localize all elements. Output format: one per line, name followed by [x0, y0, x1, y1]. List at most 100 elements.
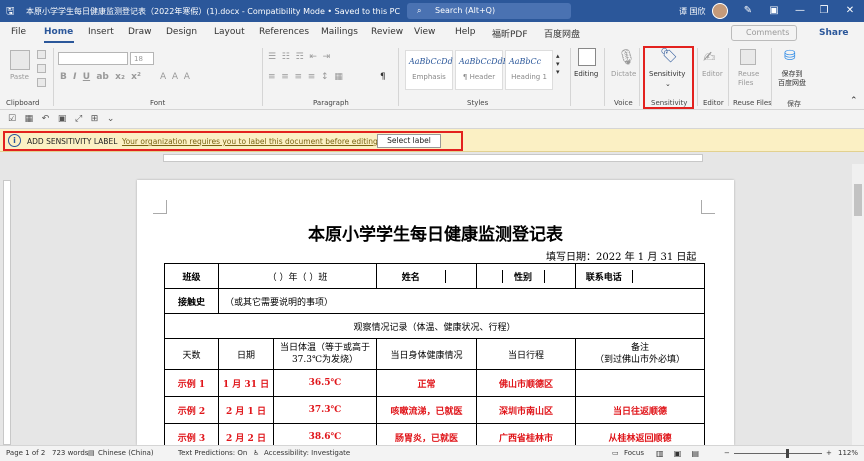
table-cell[interactable]: 咳嗽流涕，已就医: [376, 396, 478, 424]
text-predictions[interactable]: Text Predictions: On: [178, 449, 247, 457]
style-header[interactable]: AaBbCcDdE ¶ Header: [455, 50, 509, 90]
phone-label: 联系电话: [576, 269, 633, 283]
styles-gallery-scroll[interactable]: ▴ ▾ ▾: [556, 52, 560, 76]
editor-icon[interactable]: ✍: [703, 48, 716, 66]
table-cell[interactable]: [575, 369, 706, 397]
search-box[interactable]: ⌕ Search (Alt+Q): [407, 3, 571, 19]
header-date: 日期: [218, 338, 274, 370]
quick-access-toolbar: ☑ ▦ ↶ ▣ ⤢ ⊞ ⌄: [0, 110, 864, 129]
style-heading-1[interactable]: AaBbCc Heading 1: [505, 50, 553, 90]
gender-value[interactable]: [544, 270, 575, 283]
tab-design[interactable]: Design: [166, 27, 197, 37]
ribbon-display-icon[interactable]: ▣: [762, 0, 786, 22]
focus-icon[interactable]: ▭: [612, 449, 619, 457]
table-cell[interactable]: 佛山市顺德区: [476, 369, 577, 397]
quick-access-buttons[interactable]: ☑ ▦ ↶ ▣ ⤢ ⊞ ⌄: [8, 114, 114, 124]
page-count[interactable]: Page 1 of 2: [6, 449, 45, 457]
table-cell[interactable]: 当日往返顺德: [575, 396, 706, 424]
table-cell[interactable]: 示例 1: [164, 369, 219, 397]
contact-value[interactable]: （或其它需要说明的事项）: [217, 288, 706, 314]
align-buttons[interactable]: ≡ ≡ ≡ ≡ ↕ ▦: [268, 72, 343, 82]
reuse-files-label[interactable]: Reuse Files: [738, 70, 764, 88]
close-icon[interactable]: ✕: [838, 0, 862, 22]
minimize-icon[interactable]: —: [788, 0, 812, 22]
name-value[interactable]: [445, 270, 476, 283]
reuse-files-icon[interactable]: [740, 49, 756, 65]
tab-help[interactable]: Help: [455, 27, 476, 37]
show-marks-icon[interactable]: ¶: [380, 72, 386, 82]
font-size-value: 18: [134, 55, 143, 63]
horizontal-ruler[interactable]: [163, 154, 703, 162]
phone-label-cell: 联系电话: [575, 263, 706, 289]
zoom-plus-icon[interactable]: +: [826, 449, 832, 457]
table-cell[interactable]: 37.3℃: [272, 396, 378, 424]
editing-label[interactable]: Editing: [574, 70, 598, 78]
vertical-ruler[interactable]: [3, 180, 11, 445]
proofing-icon[interactable]: ▤: [88, 449, 95, 457]
dictate-label[interactable]: Dictate: [611, 70, 636, 78]
baidu-save-label[interactable]: 保存到 百度网盘: [778, 70, 806, 88]
tab-layout[interactable]: Layout: [214, 27, 245, 37]
table-cell[interactable]: 示例 2: [164, 396, 219, 424]
tab-references[interactable]: References: [259, 27, 309, 37]
zoom-slider[interactable]: [734, 453, 822, 454]
group-label-reuse-files: Reuse Files: [733, 99, 772, 107]
table-cell[interactable]: 深圳市南山区: [476, 396, 577, 424]
accessibility-icon[interactable]: ♿: [253, 449, 259, 457]
baidu-netdisk-icon[interactable]: ⛁: [784, 48, 796, 64]
comments-button[interactable]: Comments: [731, 25, 797, 41]
cut-icon[interactable]: [37, 50, 46, 59]
paste-label[interactable]: Paste: [10, 73, 29, 81]
user-name[interactable]: 谭 国欣: [679, 6, 706, 17]
font-format-buttons[interactable]: B I U ab x₂ x²: [60, 72, 141, 82]
table-cell[interactable]: 正常: [376, 369, 478, 397]
table-cell[interactable]: 36.5℃: [272, 369, 378, 397]
editor-label[interactable]: Editor: [702, 70, 723, 78]
zoom-thumb[interactable]: [786, 449, 789, 458]
gender-value-left[interactable]: [477, 269, 503, 283]
format-painter-icon[interactable]: [37, 78, 46, 87]
tab-baidu-netdisk[interactable]: 百度网盘: [544, 27, 580, 40]
font-name-box[interactable]: [58, 52, 128, 65]
font-color-buttons[interactable]: A A A: [160, 72, 190, 82]
style-emphasis[interactable]: AaBbCcDd Emphasis: [405, 50, 453, 90]
accessibility-status[interactable]: Accessibility: Investigate: [264, 449, 350, 457]
language[interactable]: Chinese (China): [98, 449, 154, 457]
header-itinerary: 当日行程: [476, 338, 577, 370]
word-count[interactable]: 723 words: [52, 449, 88, 457]
scrollbar-thumb[interactable]: [854, 184, 862, 216]
list-buttons[interactable]: ☰ ☷ ☶ ⇤ ⇥: [268, 52, 330, 62]
style-preview: AaBbCc: [509, 57, 542, 66]
tab-foxit-pdf[interactable]: 福昕PDF: [492, 27, 528, 40]
save-icon[interactable]: 🖫: [6, 4, 15, 21]
share-button[interactable]: Share: [805, 25, 858, 41]
group-label-styles: Styles: [467, 99, 489, 107]
tab-draw[interactable]: Draw: [128, 27, 152, 37]
paste-icon[interactable]: [10, 50, 30, 70]
table-cell[interactable]: 1 月 31 日: [218, 369, 274, 397]
view-buttons[interactable]: ▥ ▣ ▤: [656, 449, 699, 458]
zoom-minus-icon[interactable]: −: [724, 449, 730, 457]
copy-icon[interactable]: [37, 64, 46, 73]
find-icon[interactable]: [578, 48, 596, 66]
restore-icon[interactable]: ❐: [812, 0, 836, 22]
table-cell[interactable]: 2 月 1 日: [218, 396, 274, 424]
class-value[interactable]: （ ）年（ ）班: [217, 263, 378, 289]
avatar[interactable]: [712, 3, 728, 19]
pen-icon[interactable]: ✎: [736, 0, 760, 22]
tab-insert[interactable]: Insert: [88, 27, 114, 37]
font-size-box[interactable]: 18: [130, 52, 154, 65]
phone-value[interactable]: [632, 270, 704, 283]
document-title: 本原小学学生每日健康监测登记表（2022年寒假）(1).docx - Compa…: [26, 7, 401, 16]
tab-mailings[interactable]: Mailings: [321, 27, 358, 37]
focus-mode[interactable]: Focus: [624, 449, 644, 457]
vertical-scrollbar[interactable]: [852, 164, 864, 445]
dictate-icon[interactable]: 🎙: [617, 48, 636, 66]
tab-review[interactable]: Review: [371, 27, 403, 37]
collapse-ribbon-icon[interactable]: ⌃: [850, 96, 858, 106]
tab-home[interactable]: Home: [44, 27, 73, 37]
info-bar-highlight: [3, 131, 463, 151]
tab-file[interactable]: File: [11, 27, 26, 37]
tab-view[interactable]: View: [414, 27, 435, 37]
zoom-level[interactable]: 112%: [838, 449, 858, 457]
